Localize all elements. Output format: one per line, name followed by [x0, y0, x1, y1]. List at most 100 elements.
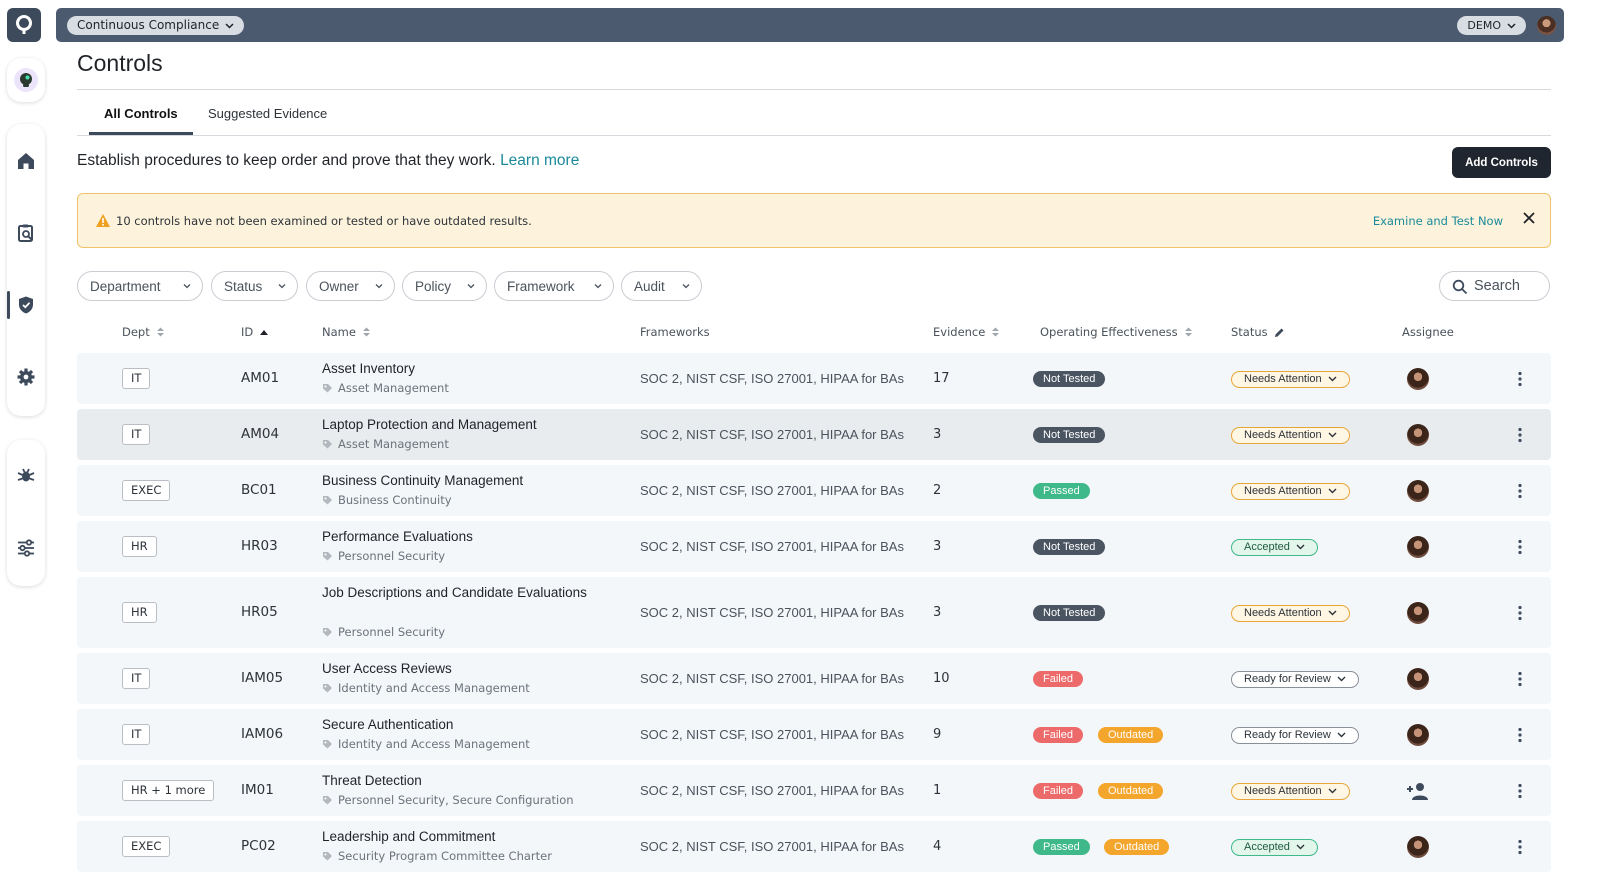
table-row[interactable]: EXEC PC02 Leadership and Commitment Securit… [77, 821, 1551, 872]
alert-message: 10 controls have not been examined or te… [116, 214, 532, 228]
status-dropdown[interactable]: Accepted [1231, 538, 1318, 556]
column-status[interactable]: Status [1231, 325, 1285, 339]
table-row[interactable]: HR + 1 more IM01 Threat Detection Personnel… [77, 765, 1551, 816]
kebab-icon[interactable] [1517, 671, 1523, 687]
search-icon [1452, 279, 1468, 295]
kebab-icon[interactable] [1517, 605, 1523, 621]
control-category-label: Asset Management [338, 381, 449, 395]
status-dropdown[interactable]: Needs Attention [1231, 604, 1350, 622]
nav-threats[interactable] [7, 457, 45, 495]
status-dropdown[interactable]: Ready for Review [1231, 726, 1359, 744]
app-switcher[interactable]: Continuous Compliance [67, 16, 245, 35]
effectiveness-badge: Failed [1033, 782, 1083, 799]
dept-badge: IT [122, 723, 151, 745]
sort-icon [992, 327, 1000, 337]
assignee-avatar[interactable] [1407, 367, 1429, 390]
column-operating-effectiveness[interactable]: Operating Effectiveness [1040, 325, 1193, 339]
filter-policy[interactable]: Policy [402, 271, 487, 301]
frameworks-list: SOC 2, NIST CSF, ISO 27001, HIPAA for BA… [640, 838, 904, 854]
assignee-avatar[interactable] [1407, 535, 1429, 558]
status-dropdown[interactable]: Ready for Review [1231, 670, 1359, 688]
table-row[interactable]: IT AM04 Laptop Protection and Management As… [77, 409, 1551, 460]
add-user-icon[interactable] [1406, 781, 1430, 801]
status-dropdown[interactable]: Needs Attention [1231, 482, 1350, 500]
control-name[interactable]: Performance Evaluations [322, 527, 612, 547]
filter-department[interactable]: Department [77, 271, 203, 301]
column-evidence-label: Evidence [933, 325, 986, 339]
clipboard-search-icon [18, 224, 33, 242]
kebab-icon[interactable] [1517, 483, 1523, 499]
filter-label: Audit [634, 278, 665, 294]
kebab-icon[interactable] [1517, 839, 1523, 855]
column-status-label: Status [1231, 325, 1268, 339]
add-controls-button[interactable]: Add Controls [1452, 147, 1551, 178]
app-logo[interactable] [7, 8, 41, 42]
kebab-icon[interactable] [1517, 427, 1523, 443]
control-name[interactable]: Threat Detection [322, 771, 612, 791]
filter-audit[interactable]: Audit [621, 271, 702, 301]
control-category-label: Identity and Access Management [338, 737, 530, 751]
nav-audits[interactable] [7, 214, 45, 252]
table-row[interactable]: IT IAM06 Secure Authentication Identity and… [77, 709, 1551, 760]
control-category: Business Continuity [322, 493, 452, 507]
table-row[interactable]: IT IAM05 User Access Reviews Identity and A… [77, 653, 1551, 704]
search-button[interactable]: Search [1439, 271, 1550, 301]
tag-icon [323, 851, 332, 860]
assignee-avatar[interactable] [1407, 835, 1429, 858]
active-tab-indicator [89, 132, 193, 135]
table-row[interactable]: HR HR03 Performance Evaluations Personnel S… [77, 521, 1551, 572]
status-dropdown[interactable]: Needs Attention [1231, 782, 1350, 800]
kebab-icon[interactable] [1517, 783, 1523, 799]
evidence-count: 3 [933, 426, 942, 442]
column-name[interactable]: Name [322, 325, 371, 339]
control-category: Asset Management [322, 437, 449, 451]
table-row[interactable]: EXEC BC01 Business Continuity Management Bu… [77, 465, 1551, 516]
control-name[interactable]: Job Descriptions and Candidate Evaluatio… [322, 583, 612, 603]
agent-button[interactable] [7, 61, 45, 99]
control-name[interactable]: Leadership and Commitment [322, 827, 612, 847]
examine-test-link[interactable]: Examine and Test Now [1373, 214, 1503, 228]
status-dropdown[interactable]: Needs Attention [1231, 426, 1350, 444]
evidence-count: 1 [933, 782, 942, 798]
nav-controls[interactable] [7, 286, 45, 324]
assignee-avatar[interactable] [1407, 601, 1429, 624]
status-dropdown[interactable]: Accepted [1231, 838, 1318, 856]
assignee-avatar[interactable] [1407, 479, 1429, 502]
control-name[interactable]: Secure Authentication [322, 715, 612, 735]
kebab-icon[interactable] [1517, 371, 1523, 387]
nav-settings[interactable] [7, 358, 45, 396]
assignee-avatar[interactable] [1407, 667, 1429, 690]
control-category-label: Asset Management [338, 437, 449, 451]
column-id[interactable]: ID [241, 325, 269, 339]
filter-owner[interactable]: Owner [306, 271, 395, 301]
table-row[interactable]: IT AM01 Asset Inventory Asset Management SOC… [77, 353, 1551, 404]
control-name[interactable]: Laptop Protection and Management [322, 415, 612, 435]
control-name[interactable]: Asset Inventory [322, 359, 612, 379]
assignee-avatar[interactable] [1407, 423, 1429, 446]
control-category: Asset Management [322, 381, 449, 395]
filter-status[interactable]: Status [211, 271, 298, 301]
frameworks-list: SOC 2, NIST CSF, ISO 27001, HIPAA for BA… [640, 782, 904, 798]
control-name[interactable]: Business Continuity Management [322, 471, 612, 491]
evidence-count: 2 [933, 482, 942, 498]
column-dept[interactable]: Dept [122, 325, 165, 339]
tab-suggested-evidence[interactable]: Suggested Evidence [208, 106, 327, 121]
table-row[interactable]: HR HR05 Job Descriptions and Candidate Eva… [77, 577, 1551, 648]
nav-home[interactable] [7, 142, 45, 180]
control-name[interactable]: User Access Reviews [322, 659, 612, 679]
column-evidence[interactable]: Evidence [933, 325, 1000, 339]
assignee-avatar[interactable] [1407, 723, 1429, 746]
dept-badge: HR [122, 535, 157, 557]
filter-framework[interactable]: Framework [494, 271, 614, 301]
column-id-label: ID [241, 325, 254, 339]
frameworks-list: SOC 2, NIST CSF, ISO 27001, HIPAA for BA… [640, 538, 904, 554]
close-icon[interactable] [1522, 211, 1536, 225]
kebab-icon[interactable] [1517, 539, 1523, 555]
env-switcher[interactable]: DEMO [1457, 16, 1526, 35]
user-avatar[interactable] [1537, 16, 1556, 35]
status-dropdown[interactable]: Needs Attention [1231, 370, 1350, 388]
kebab-icon[interactable] [1517, 727, 1523, 743]
nav-preferences[interactable] [7, 529, 45, 567]
tab-all-controls[interactable]: All Controls [104, 106, 178, 121]
learn-more-link[interactable]: Learn more [500, 152, 579, 169]
